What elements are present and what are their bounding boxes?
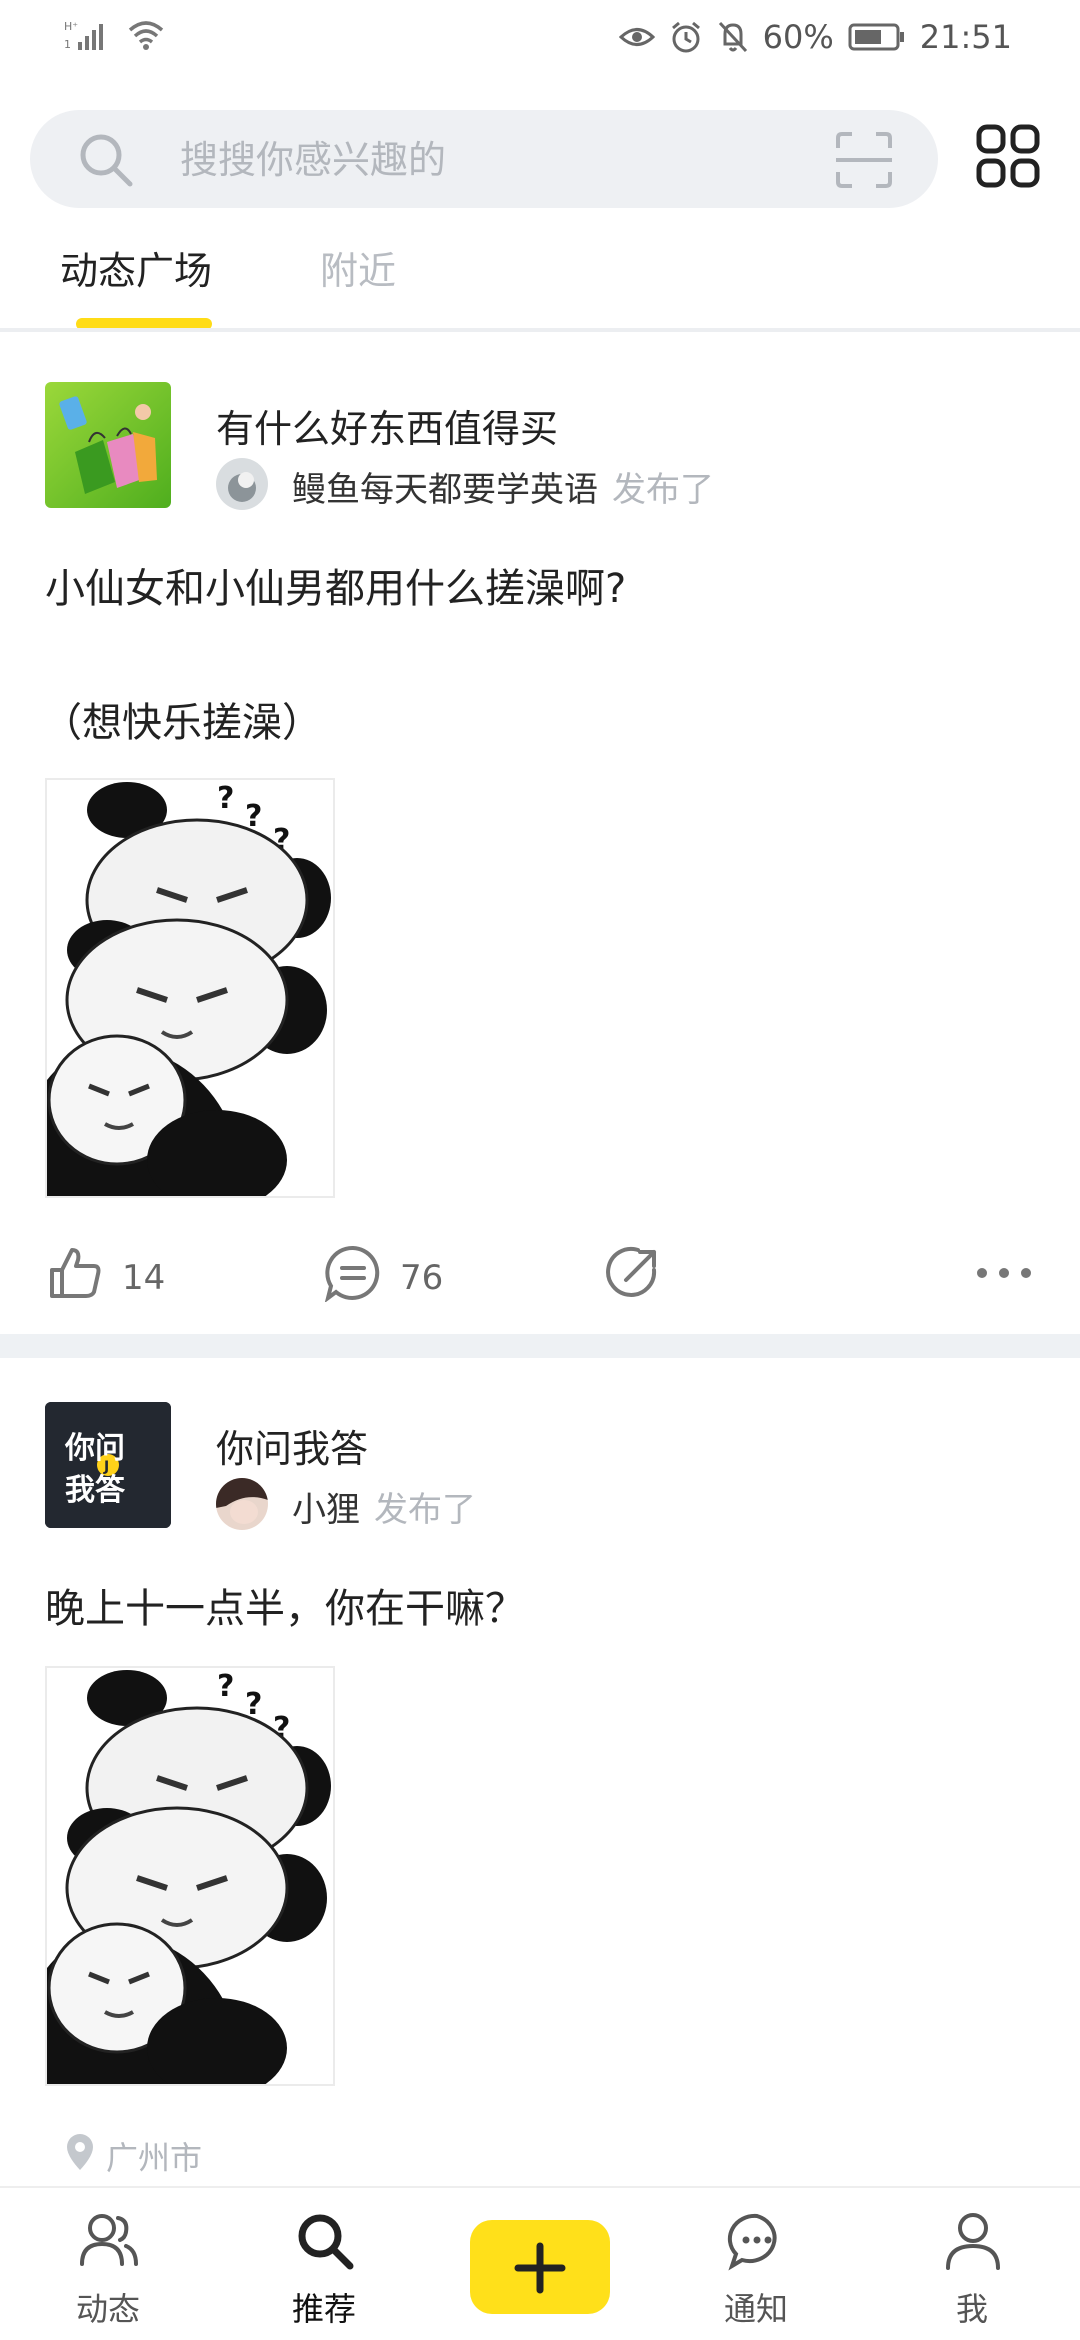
battery-icon: [848, 22, 906, 52]
comment-count: 76: [400, 1257, 444, 1298]
tab-square[interactable]: 动态广场: [60, 240, 212, 295]
group-thumbnail[interactable]: [45, 382, 171, 508]
post-text[interactable]: 小仙女和小仙男都用什么搓澡啊?: [45, 556, 626, 614]
mute-icon: [717, 20, 749, 54]
person-icon: [942, 2210, 1004, 2276]
comment-icon: [324, 1244, 382, 1311]
svg-text:1: 1: [64, 38, 71, 51]
nav-label: 动态: [75, 2290, 140, 2328]
comment-button[interactable]: 76: [324, 1244, 443, 1311]
nav-label: 通知: [723, 2290, 788, 2328]
author-line: 鳗鱼每天都要学英语 发布了: [292, 462, 714, 511]
avatar[interactable]: [216, 1478, 268, 1530]
plus-icon: [512, 2240, 568, 2300]
location-tag[interactable]: 广州市: [64, 2132, 202, 2180]
nav-label: 推荐: [291, 2290, 356, 2328]
avatar[interactable]: [216, 458, 268, 510]
svg-text:?: ?: [217, 1669, 234, 1704]
share-icon: [604, 1244, 662, 1311]
author-name[interactable]: 鳗鱼每天都要学英语: [292, 462, 598, 511]
clock: 21:51: [919, 18, 1012, 56]
alarm-icon: [669, 20, 703, 54]
post-text[interactable]: 晚上十一点半，你在干嘛？: [45, 1576, 525, 1634]
search-bar[interactable]: [30, 110, 938, 208]
group-thumb-text: 你问: [64, 1431, 125, 1466]
action-suffix: 发布了: [374, 1490, 476, 1530]
more-dots-icon: [974, 1244, 1034, 1311]
chat-bubble-icon: [726, 2210, 788, 2276]
group-thumb-text: 我答: [65, 1473, 126, 1508]
tabs-divider: [0, 328, 1080, 332]
status-bar: H⁺ 1 60% 21:51: [0, 0, 1080, 78]
status-left: H⁺ 1: [64, 18, 166, 52]
battery-percent: 60%: [762, 18, 834, 56]
location-text: 广州市: [106, 2139, 203, 2177]
location-pin-icon: [64, 2132, 96, 2180]
nav-item-me[interactable]: 我: [902, 2188, 1042, 2340]
post-image[interactable]: ? ? ?: [45, 1666, 335, 2098]
tab-nearby[interactable]: 附近: [320, 240, 396, 295]
group-name[interactable]: 你问我答: [216, 1418, 368, 1473]
post-text-line[interactable]: （想快乐搓澡）: [42, 690, 322, 748]
more-button[interactable]: [974, 1244, 1034, 1311]
thumbs-up-icon: [46, 1244, 104, 1311]
author-line: 小狸 发布了: [292, 1482, 476, 1531]
feed-tabs: 动态广场 附近: [0, 232, 1080, 332]
post-divider: [0, 1334, 1080, 1358]
search-icon: [76, 130, 136, 194]
post-image[interactable]: ? ? ?: [45, 778, 335, 1210]
group-name[interactable]: 有什么好东西值得买: [216, 398, 558, 453]
like-count: 14: [122, 1257, 166, 1298]
svg-text:?: ?: [217, 781, 234, 816]
add-post-button[interactable]: [470, 2220, 610, 2314]
status-right: 60% 21:51: [618, 18, 1012, 56]
grid-menu-icon[interactable]: [976, 124, 1040, 192]
search-icon: [294, 2210, 356, 2276]
bottom-nav: 动态 推荐 通知 我: [0, 2186, 1080, 2340]
share-button[interactable]: [604, 1244, 662, 1311]
nav-item-recommend[interactable]: 推荐: [254, 2188, 394, 2340]
eye-icon: [618, 22, 655, 52]
post-actions: 14 76: [0, 1244, 1080, 1314]
wifi-icon: [126, 18, 166, 52]
group-thumbnail[interactable]: J 你问 我答: [45, 1402, 171, 1528]
action-suffix: 发布了: [612, 470, 714, 510]
nav-item-notifications[interactable]: 通知: [686, 2188, 826, 2340]
scan-icon[interactable]: [834, 130, 894, 194]
author-name[interactable]: 小狸: [292, 1482, 360, 1531]
nav-item-feed[interactable]: 动态: [38, 2188, 178, 2340]
like-button[interactable]: 14: [46, 1244, 165, 1311]
nav-label: 我: [955, 2290, 988, 2328]
users-icon: [78, 2210, 140, 2276]
signal-icon: H⁺ 1: [64, 18, 112, 52]
search-input[interactable]: [180, 132, 820, 188]
svg-text:H⁺: H⁺: [64, 20, 78, 33]
